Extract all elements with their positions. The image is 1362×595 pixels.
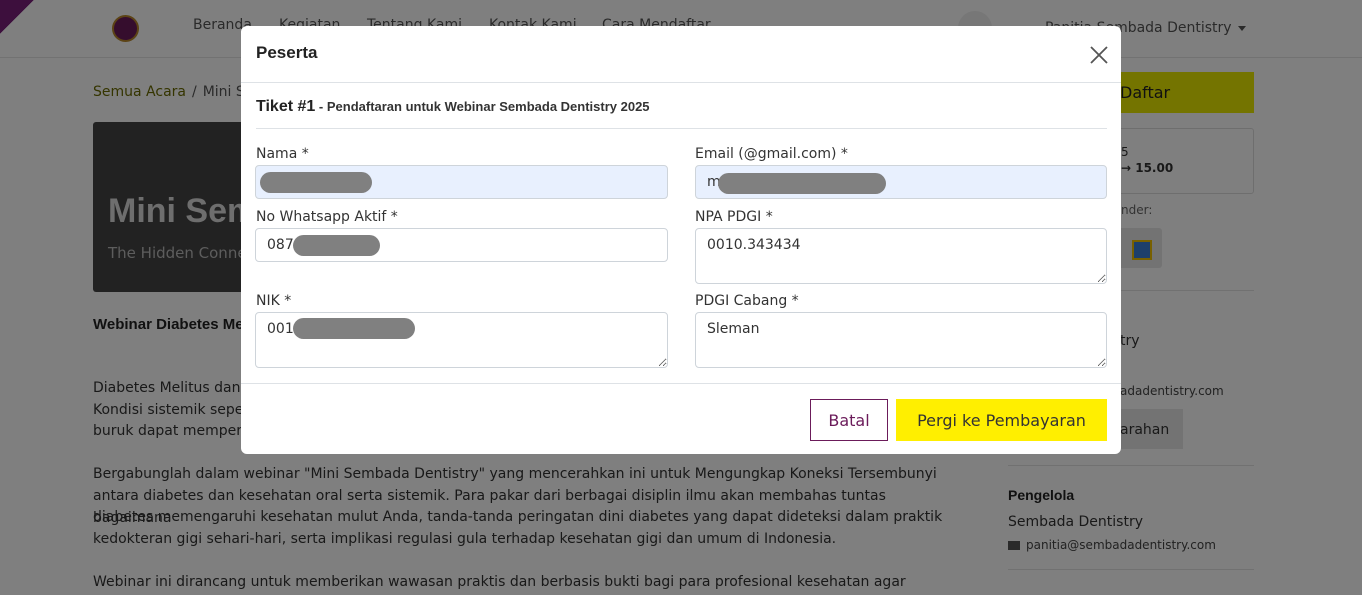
ticket-subtitle: - Pendaftaran untuk Webinar Sembada Dent… xyxy=(315,99,650,114)
redaction-mark xyxy=(718,173,886,194)
cabang-textarea[interactable] xyxy=(695,312,1107,368)
attendee-modal: Peserta Tiket #1 - Pendaftaran untuk Web… xyxy=(241,26,1121,454)
redaction-mark xyxy=(293,318,415,339)
email-label: Email (@gmail.com) * xyxy=(695,146,848,162)
modal-title: Peserta xyxy=(256,43,318,62)
modal-footer: Batal Pergi ke Pembayaran xyxy=(241,383,1121,454)
redaction-mark xyxy=(260,172,372,193)
modal-header: Peserta xyxy=(241,26,1121,83)
close-icon[interactable] xyxy=(1087,43,1111,67)
whatsapp-label: No Whatsapp Aktif * xyxy=(256,209,398,225)
nik-label: NIK * xyxy=(256,293,292,309)
ticket-heading: Tiket #1 - Pendaftaran untuk Webinar Sem… xyxy=(256,98,1107,129)
npa-label: NPA PDGI * xyxy=(695,209,773,225)
redaction-mark xyxy=(293,235,380,256)
cancel-button[interactable]: Batal xyxy=(810,399,888,441)
nama-label: Nama * xyxy=(256,146,309,162)
ticket-number: Tiket #1 xyxy=(256,98,316,115)
npa-textarea[interactable] xyxy=(695,228,1107,284)
go-to-payment-button[interactable]: Pergi ke Pembayaran xyxy=(896,399,1107,441)
cabang-label: PDGI Cabang * xyxy=(695,293,799,309)
